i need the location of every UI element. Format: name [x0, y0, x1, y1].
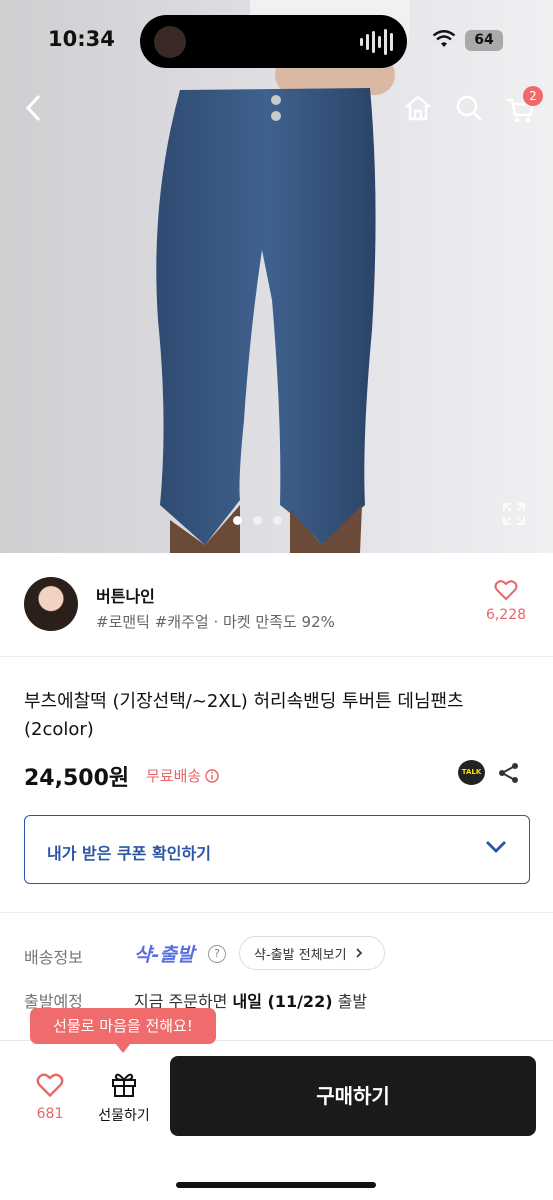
wifi-icon: [432, 30, 456, 47]
view-all-shak-label: 샥-출발 전체보기: [254, 947, 347, 963]
gift-tooltip-arrow: [115, 1043, 131, 1053]
carousel-dot: [273, 516, 282, 525]
gift-button[interactable]: 선물하기: [92, 1071, 156, 1125]
chevron-down-icon: [486, 841, 506, 853]
gift-icon: [112, 1073, 136, 1097]
gift-label: 선물하기: [98, 1108, 150, 1124]
seller-name[interactable]: 버튼나인: [96, 583, 155, 607]
status-bar: 10:34 64: [0, 0, 553, 80]
heart-icon: [36, 1073, 64, 1098]
status-time: 10:34: [48, 27, 115, 51]
home-indicator: [176, 1182, 376, 1188]
now-playing-artwork: [154, 26, 186, 58]
buy-button[interactable]: 구매하기: [170, 1056, 536, 1136]
product-price: 24,500원: [24, 766, 130, 791]
seller-avatar[interactable]: [24, 577, 78, 631]
chevron-left-icon: [25, 94, 41, 122]
store-like-button[interactable]: 6,228: [481, 579, 531, 623]
home-button[interactable]: [400, 90, 436, 126]
carousel-dot: [253, 516, 262, 525]
section-divider: [0, 912, 553, 913]
share-icon[interactable]: [498, 762, 520, 784]
shak-departure-logo: 샥-출발: [134, 944, 195, 966]
chevron-right-icon: [355, 948, 362, 958]
carousel-dot-active: [233, 516, 242, 525]
product-title: 부츠에찰떡 (기장선택/~2XL) 허리속밴딩 투버튼 데님팬츠 (2color…: [24, 691, 464, 740]
kakaotalk-share-button[interactable]: TALK: [458, 760, 485, 785]
info-icon: [205, 768, 219, 783]
product-like-button[interactable]: 681: [30, 1072, 70, 1122]
dynamic-island: [140, 15, 407, 68]
back-button[interactable]: [16, 90, 52, 126]
heart-icon: [494, 580, 518, 601]
departure-date: 내일 (11/22): [232, 992, 333, 1011]
help-icon[interactable]: ?: [208, 945, 226, 963]
search-icon: [456, 95, 482, 121]
search-button[interactable]: [451, 90, 487, 126]
seller-tags: #로맨틱 #캐주얼 · 마켓 만족도 92%: [96, 613, 335, 631]
jeans-illustration: [156, 88, 376, 553]
audio-waveform-icon: [360, 29, 393, 55]
coupon-label: 내가 받은 쿠폰 확인하기: [47, 844, 211, 863]
cart-count-badge: 2: [523, 86, 543, 106]
shipping-info-label: 배송정보: [24, 948, 83, 967]
seller-section[interactable]: 버튼나인 #로맨틱 #캐주얼 · 마켓 만족도 92% 6,228: [0, 553, 553, 657]
product-like-count: 681: [36, 1106, 64, 1122]
view-all-shak-button[interactable]: 샥-출발 전체보기: [239, 936, 385, 970]
home-icon: [405, 95, 431, 121]
gift-tooltip: 선물로 마음을 전해요!: [30, 1008, 216, 1044]
expand-icon[interactable]: [502, 502, 526, 526]
free-shipping-badge[interactable]: 무료배송: [146, 765, 219, 786]
free-shipping-label: 무료배송: [146, 767, 202, 785]
carousel-indicator: [233, 516, 282, 525]
product-image[interactable]: [0, 0, 553, 553]
store-like-count: 6,228: [485, 607, 527, 623]
coupon-check-button[interactable]: 내가 받은 쿠폰 확인하기: [24, 815, 530, 884]
battery-indicator: 64: [465, 30, 503, 51]
